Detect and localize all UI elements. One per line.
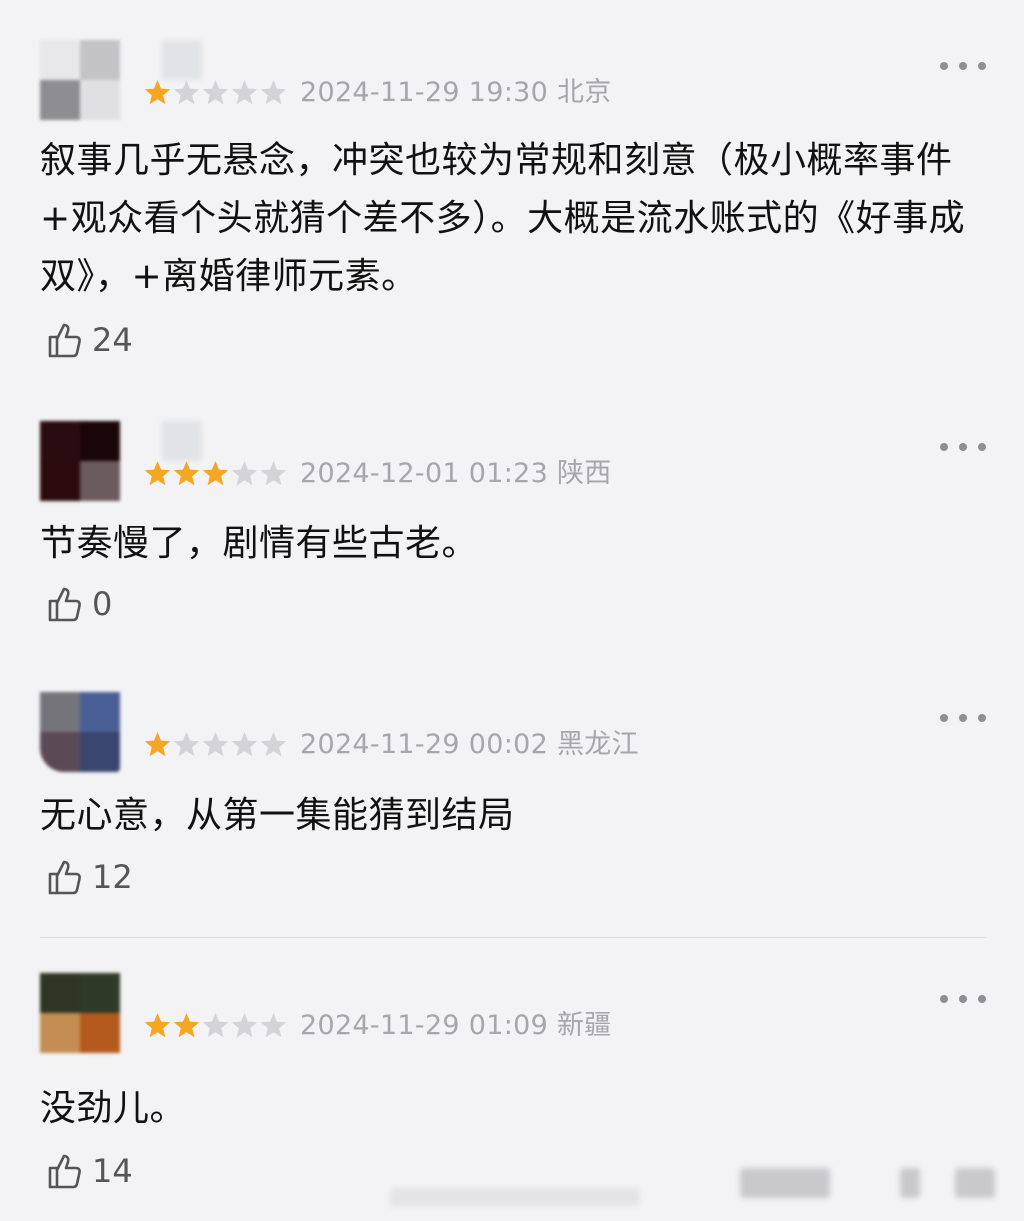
avatar-q1 xyxy=(40,421,80,461)
review-timestamp-location: 2024-11-29 19:30 北京 xyxy=(300,77,612,108)
star-empty-icon xyxy=(260,732,287,757)
star-filled-icon xyxy=(144,80,171,105)
avatar-q2 xyxy=(80,421,120,461)
like-count: 24 xyxy=(92,321,133,359)
username-redacted[interactable] xyxy=(162,40,202,80)
star-empty-icon xyxy=(173,80,200,105)
like-button[interactable]: 12 xyxy=(44,857,133,897)
more-dots-icon xyxy=(940,995,948,1003)
star-filled-icon xyxy=(173,461,200,486)
star-empty-icon xyxy=(202,1013,229,1038)
like-button[interactable]: 24 xyxy=(44,320,133,360)
like-button[interactable]: 0 xyxy=(44,584,112,624)
more-options-button[interactable] xyxy=(940,439,986,455)
more-dots-icon xyxy=(940,714,948,722)
review-text: 没劲儿。 xyxy=(40,1088,187,1129)
more-options-button[interactable] xyxy=(940,58,986,74)
avatar-q4 xyxy=(80,80,120,120)
review-text: 无心意，从第一集能猜到结局 xyxy=(40,795,515,836)
star-filled-icon xyxy=(202,461,229,486)
avatar-q1 xyxy=(40,973,80,1013)
avatar-q3 xyxy=(40,80,80,120)
avatar-q1 xyxy=(40,40,80,80)
star-empty-icon xyxy=(231,461,258,486)
avatar-q2 xyxy=(80,973,120,1013)
avatar[interactable] xyxy=(40,421,120,501)
thumbs-up-icon xyxy=(48,323,81,358)
star-rating xyxy=(143,459,288,488)
more-dots-icon xyxy=(940,443,948,451)
avatar-q2 xyxy=(80,40,120,80)
avatar-q4 xyxy=(80,461,120,501)
review-timestamp-location: 2024-12-01 01:23 陕西 xyxy=(300,458,612,489)
more-options-button[interactable] xyxy=(940,991,986,1007)
avatar-q3 xyxy=(40,1013,80,1053)
watermark-blur xyxy=(900,1168,920,1198)
avatar[interactable] xyxy=(40,40,120,120)
avatar[interactable] xyxy=(40,973,120,1053)
divider xyxy=(40,937,986,938)
star-empty-icon xyxy=(202,732,229,757)
more-dots-icon xyxy=(940,62,948,70)
thumbs-up-icon xyxy=(48,587,81,622)
star-rating xyxy=(143,78,288,107)
star-rating xyxy=(143,1011,288,1040)
watermark-blur xyxy=(740,1168,830,1198)
avatar-q1 xyxy=(40,692,80,732)
star-empty-icon xyxy=(231,80,258,105)
star-filled-icon xyxy=(144,461,171,486)
avatar-q4 xyxy=(80,732,120,772)
more-options-button[interactable] xyxy=(940,710,986,726)
like-count: 0 xyxy=(92,585,113,623)
avatar-q2 xyxy=(80,692,120,732)
star-filled-icon xyxy=(173,1013,200,1038)
star-empty-icon xyxy=(260,80,287,105)
star-empty-icon xyxy=(173,732,200,757)
avatar-q3 xyxy=(40,732,80,772)
star-empty-icon xyxy=(260,1013,287,1038)
star-filled-icon xyxy=(144,1013,171,1038)
like-button[interactable]: 14 xyxy=(44,1151,133,1191)
review-text: 节奏慢了，剧情有些古老。 xyxy=(40,523,479,564)
avatar-q3 xyxy=(40,461,80,501)
star-filled-icon xyxy=(144,732,171,757)
like-count: 12 xyxy=(92,858,133,896)
star-empty-icon xyxy=(202,80,229,105)
star-empty-icon xyxy=(260,461,287,486)
avatar[interactable] xyxy=(40,692,120,772)
thumbs-up-icon xyxy=(48,860,81,895)
watermark-blur xyxy=(390,1188,640,1206)
username-redacted[interactable] xyxy=(162,421,202,461)
review-timestamp-location: 2024-11-29 01:09 新疆 xyxy=(300,1010,612,1041)
like-count: 14 xyxy=(92,1152,133,1190)
star-empty-icon xyxy=(231,732,258,757)
review-text: 叙事几乎无悬念，冲突也较为常规和刻意（极小概率事件+观众看个头就猜个差不多）。大… xyxy=(40,140,966,297)
watermark-blur xyxy=(955,1168,995,1198)
thumbs-up-icon xyxy=(48,1154,81,1189)
star-empty-icon xyxy=(231,1013,258,1038)
review-timestamp-location: 2024-11-29 00:02 黑龙江 xyxy=(300,729,639,760)
star-rating xyxy=(143,730,288,759)
avatar-q4 xyxy=(80,1013,120,1053)
